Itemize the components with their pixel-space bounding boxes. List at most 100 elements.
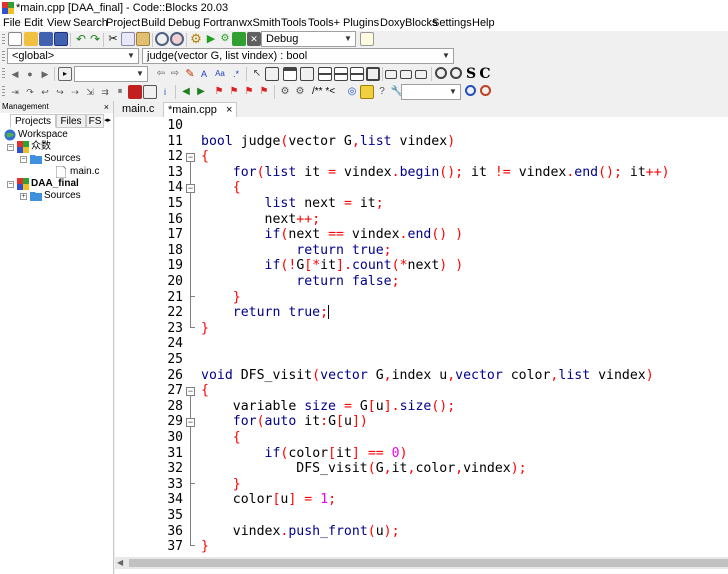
next-instruction-icon[interactable]: ↪ [53, 85, 67, 99]
rectangle-tool-icon[interactable] [265, 67, 279, 81]
tab-fs[interactable]: FS [86, 114, 104, 128]
replace-icon[interactable] [170, 32, 184, 46]
menu-search[interactable]: Search [73, 16, 108, 30]
tab-main-cpp[interactable]: *main.cpp × [163, 102, 238, 117]
tab-main-c[interactable]: main.c [118, 102, 158, 117]
whole-word-icon[interactable]: Aa [211, 67, 229, 81]
run-html-icon[interactable] [360, 85, 374, 99]
run-to-cursor-icon[interactable]: ⇲ [83, 85, 97, 99]
debug-window-icon[interactable]: ▸ [58, 67, 72, 81]
select-cursor-icon[interactable]: ↖ [250, 67, 264, 81]
menu-fortran[interactable]: Fortran [203, 16, 238, 30]
box-sizer-tool-icon[interactable] [415, 70, 427, 79]
block-comment-button[interactable]: /** *< [312, 86, 335, 97]
find-icon[interactable] [155, 32, 169, 46]
build-target-select[interactable]: Debug ▼ [261, 31, 356, 47]
build-and-run-icon[interactable]: ⚙ [218, 32, 232, 46]
step-instruction-icon[interactable]: ⇢ [68, 85, 82, 99]
menu-project[interactable]: Project [106, 16, 140, 30]
collapse-icon[interactable]: − [20, 156, 27, 163]
stop-debug-icon[interactable] [128, 85, 142, 99]
collapse-icon[interactable]: − [7, 181, 14, 188]
panel-tool-icon[interactable] [300, 67, 314, 81]
button-tool-icon[interactable] [318, 67, 332, 81]
pause-icon[interactable]: ⏸ [113, 85, 127, 99]
highlight-pen-icon[interactable]: ✎ [183, 67, 197, 81]
scrollbar-thumb[interactable] [129, 559, 728, 567]
debug-circle-icon[interactable]: ● [23, 67, 37, 81]
search-settings-icon[interactable] [480, 85, 491, 96]
menu-view[interactable]: View [47, 16, 71, 30]
combo-tool-icon[interactable] [350, 67, 364, 81]
tab-projects[interactable]: Projects [10, 114, 56, 128]
static-box-tool-icon[interactable] [366, 67, 380, 81]
new-file-icon[interactable] [8, 32, 22, 46]
undo-icon[interactable]: ↶ [74, 32, 88, 46]
function-select[interactable]: judge(vector G, list vindex) : bool ▼ [142, 48, 454, 64]
frame-tool-icon[interactable] [283, 67, 297, 81]
zoom-in-icon[interactable] [435, 67, 447, 79]
line-comment-icon[interactable]: ◎ [345, 85, 359, 99]
sources-folder-1-label[interactable]: Sources [44, 153, 81, 165]
save-all-icon[interactable] [54, 32, 68, 46]
workspace-label[interactable]: Workspace [18, 129, 68, 141]
file-main-c-label[interactable]: main.c [70, 166, 99, 178]
menu-help[interactable]: Help [472, 16, 495, 30]
menu-settings[interactable]: Settings [432, 16, 472, 30]
fold-collapse-icon[interactable]: − [186, 418, 195, 427]
menu-file[interactable]: File [3, 16, 21, 30]
show-target-dialog-icon[interactable] [360, 32, 374, 46]
prev-flag-icon[interactable]: ⚑ [227, 85, 241, 99]
fold-collapse-icon[interactable]: − [186, 153, 195, 162]
jump-forward-icon[interactable]: ⇨ [168, 67, 182, 81]
text-ctrl-tool-icon[interactable] [334, 67, 348, 81]
step-out-icon[interactable]: ↩ [38, 85, 52, 99]
jump-back-icon[interactable]: ⇦ [154, 67, 168, 81]
match-case-icon[interactable]: A [197, 67, 211, 81]
menu-wxsmith[interactable]: wxSmith [239, 16, 281, 30]
fold-collapse-icon[interactable]: − [186, 184, 195, 193]
expand-icon[interactable]: + [20, 193, 27, 200]
menu-edit[interactable]: Edit [24, 16, 43, 30]
debug-watch-select[interactable]: ▼ [74, 66, 148, 82]
grid-sizer-tool-icon[interactable] [400, 70, 412, 79]
horizontal-scrollbar[interactable]: ◀ [115, 557, 728, 569]
zoom-out-icon[interactable] [450, 67, 462, 79]
prev-bookmark-icon[interactable]: ◀ [179, 85, 193, 99]
extract-docs-icon[interactable]: ⚙ [293, 85, 307, 99]
info-icon[interactable]: i [158, 85, 172, 99]
menu-build[interactable]: Build [141, 16, 165, 30]
code-editor[interactable]: 10 11 12 13 14 15 16 17 18 19 20 21 22 2… [115, 117, 728, 574]
tab-files[interactable]: Files [56, 114, 86, 128]
debug-windows-icon[interactable] [143, 85, 157, 99]
continue-icon[interactable]: ⇉ [98, 85, 112, 99]
step-over-icon[interactable]: ↷ [23, 85, 37, 99]
build-gear-icon[interactable]: ⚙ [189, 32, 203, 46]
menu-doxyblocks[interactable]: DoxyBlocks [380, 16, 437, 30]
fold-collapse-icon[interactable]: − [186, 387, 195, 396]
c-button[interactable]: C [478, 66, 492, 82]
close-tab-icon[interactable]: × [226, 104, 232, 116]
redo-icon[interactable]: ↷ [88, 32, 102, 46]
debug-step-back-icon[interactable]: ◀ [8, 67, 22, 81]
doxywizard-icon[interactable]: ⚙ [278, 85, 292, 99]
sizer-tool-icon[interactable] [385, 70, 397, 79]
rebuild-icon[interactable] [232, 32, 246, 46]
tab-scroll-arrows[interactable]: ◂▸ [104, 116, 111, 124]
menu-tools[interactable]: Tools [281, 16, 307, 30]
run-icon[interactable]: ▶ [204, 32, 218, 46]
search-icon[interactable] [465, 85, 476, 96]
step-into-icon[interactable]: ⇥ [8, 85, 22, 99]
collapse-icon[interactable]: − [7, 144, 14, 151]
next-bookmark-icon[interactable]: ▶ [194, 85, 208, 99]
clear-flags-icon[interactable]: ⚑ [257, 85, 271, 99]
doxy-select[interactable]: ▼ [401, 84, 461, 100]
project-1-label[interactable]: 众数 [31, 141, 51, 153]
scope-select[interactable]: <global> ▼ [7, 48, 139, 64]
save-icon[interactable] [39, 32, 53, 46]
debug-step-forward-icon[interactable]: ▶ [38, 67, 52, 81]
menu-tools-plus[interactable]: Tools+ [308, 16, 340, 30]
regex-icon[interactable]: .* [229, 67, 243, 81]
paste-icon[interactable] [136, 32, 150, 46]
open-folder-icon[interactable] [24, 32, 38, 46]
